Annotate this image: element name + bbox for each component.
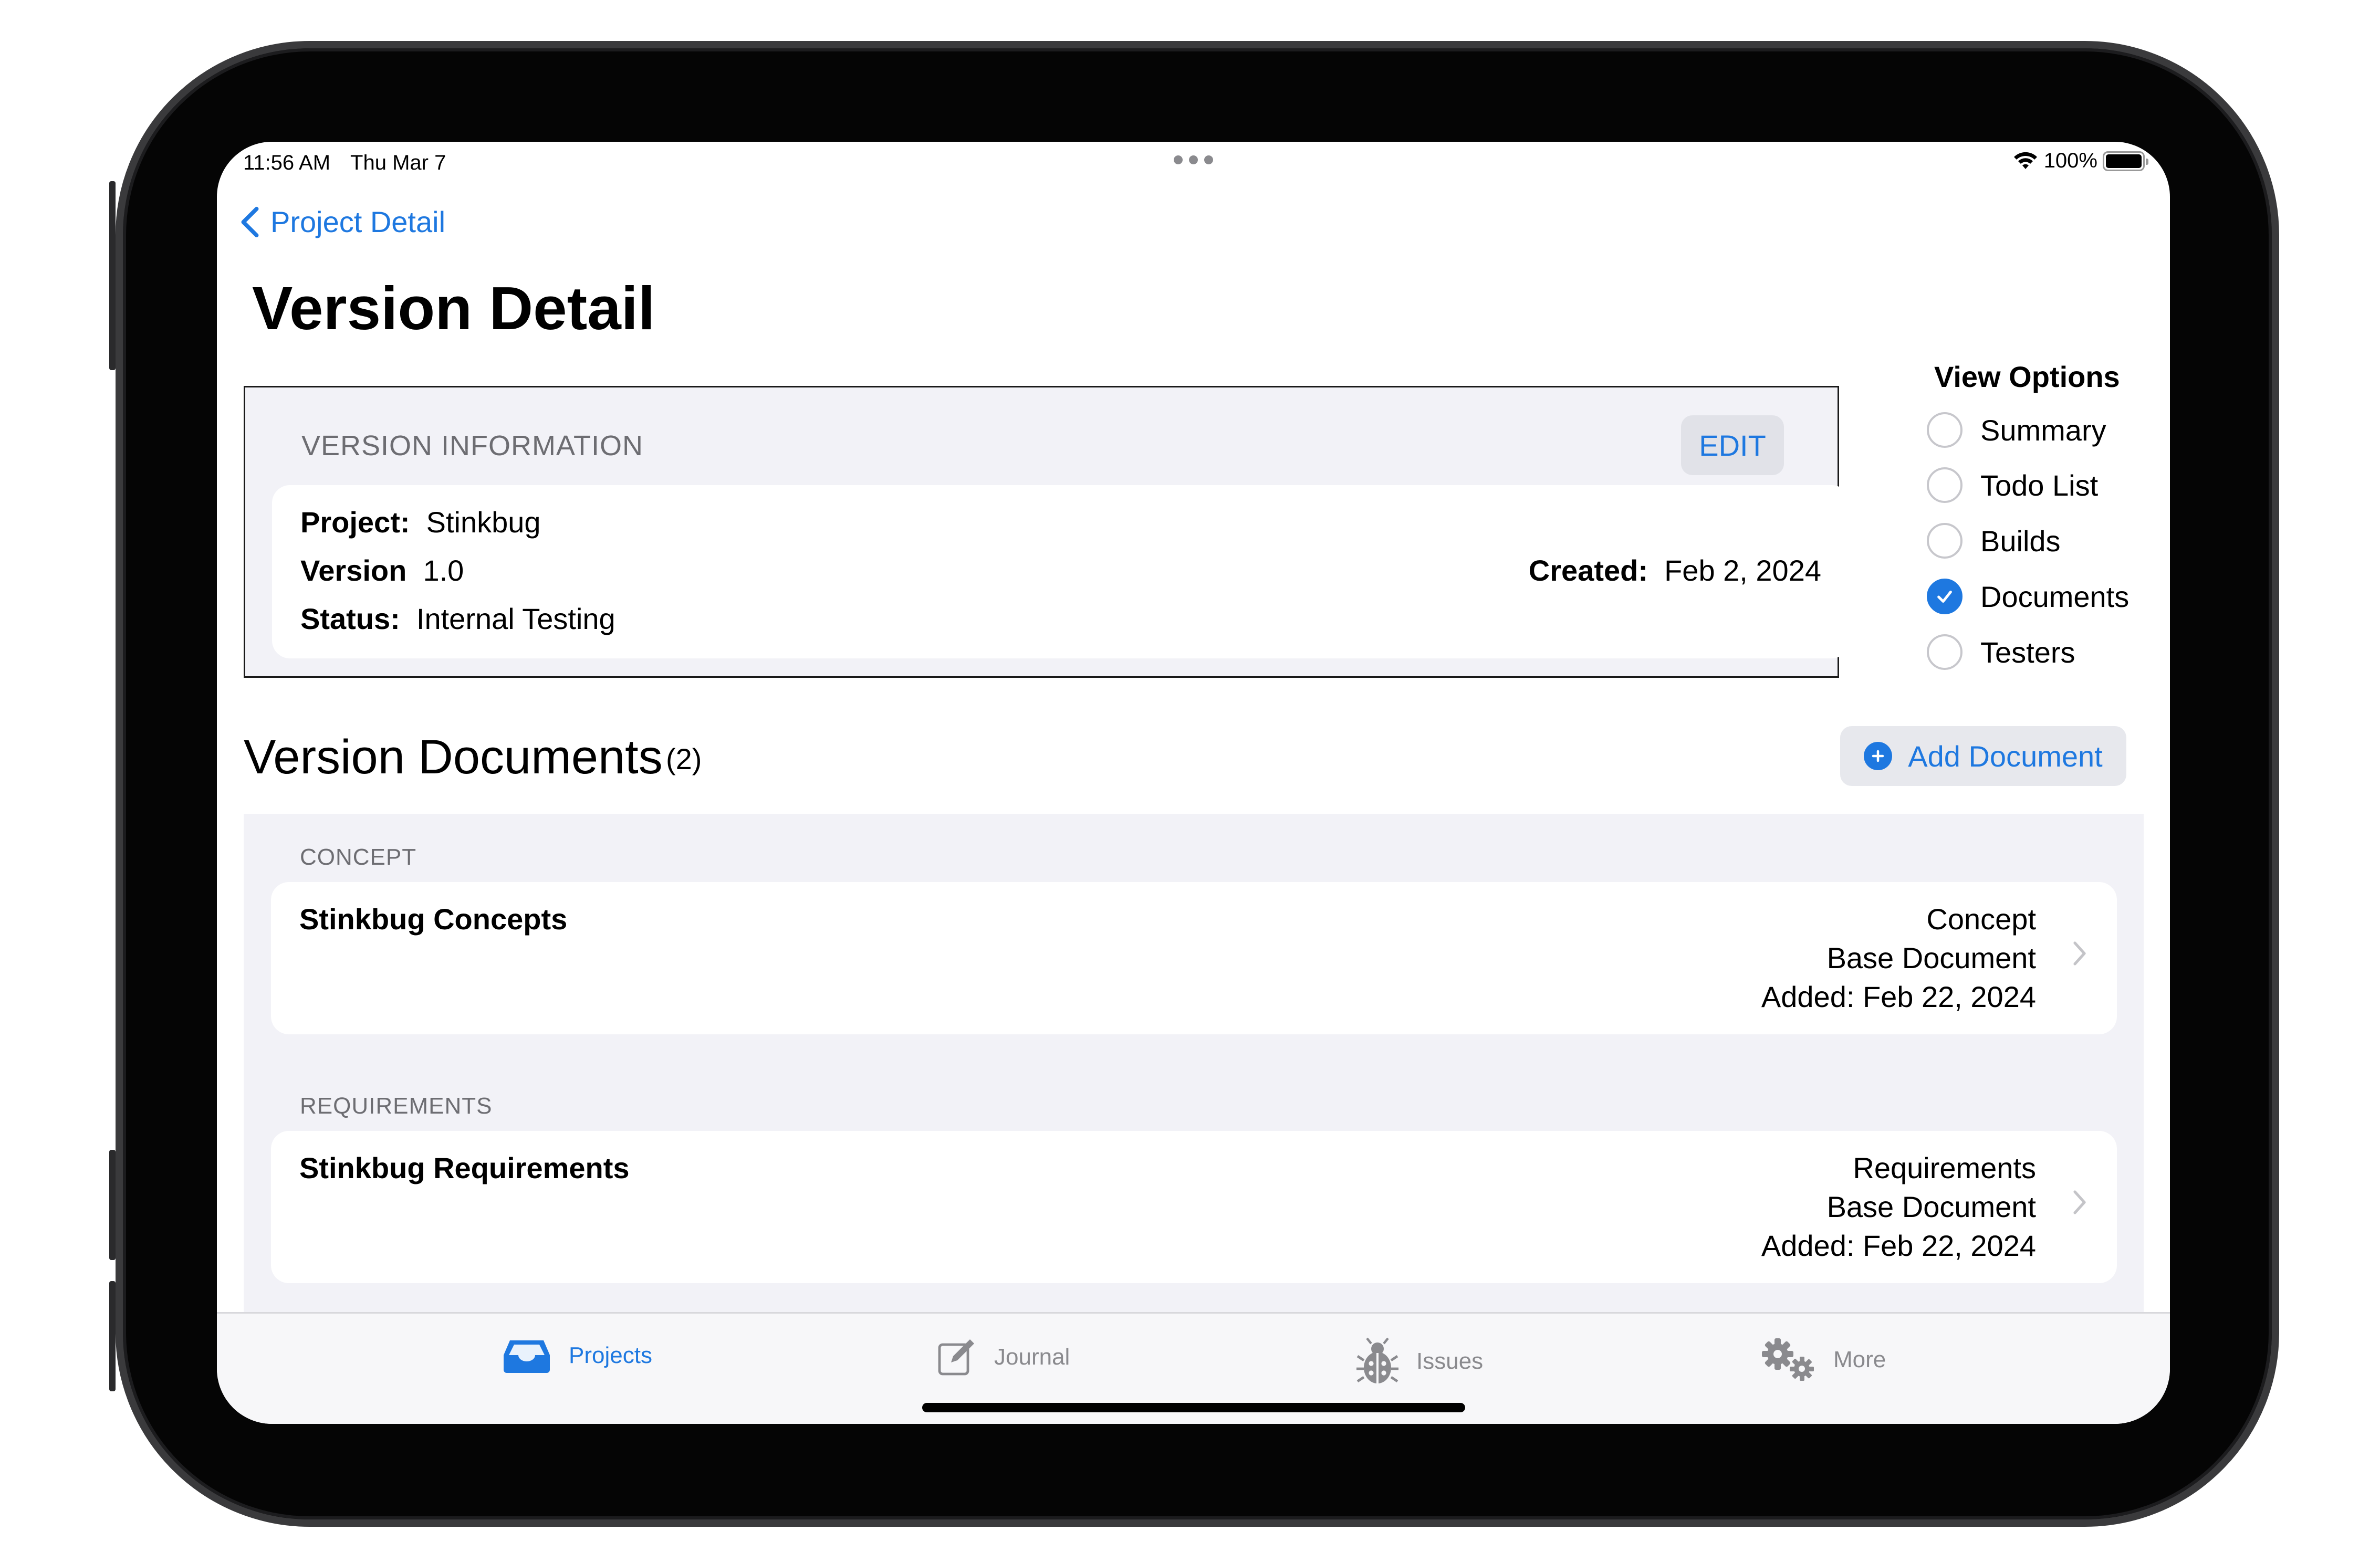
side-button (109, 1281, 116, 1391)
page-title: Version Detail (252, 274, 655, 342)
status-bar-left: 11:56 AM Thu Mar 7 (243, 151, 446, 175)
status-row: Status: Internal Testing (300, 602, 615, 636)
view-option-label: Builds (1980, 524, 2061, 558)
document-type: Concept (1926, 903, 2036, 936)
document-added: Added: Feb 22, 2024 (1761, 1229, 2036, 1262)
plus-circle-icon (1864, 742, 1893, 770)
tab-label: More (1833, 1347, 1886, 1372)
tab-journal[interactable]: Journal (936, 1337, 1070, 1377)
multitasking-menu-icon[interactable] (1174, 155, 1213, 164)
project-row: Project: Stinkbug (300, 505, 541, 539)
battery-icon (2103, 151, 2148, 171)
wifi-icon (2013, 152, 2037, 169)
ladybug-icon (1356, 1337, 1398, 1383)
created-row: Created: Feb 2, 2024 (1529, 553, 1821, 588)
version-row: Version 1.0 (300, 553, 464, 588)
view-option-todo-list[interactable]: Todo List (1927, 467, 2098, 503)
tab-label: Projects (569, 1342, 652, 1368)
view-option-label: Todo List (1980, 468, 2099, 502)
document-added: Added: Feb 22, 2024 (1761, 980, 2036, 1013)
checkmark-circle-icon (1927, 579, 1963, 614)
document-meta: Concept Base Document Added: Feb 22, 202… (1761, 900, 2036, 1016)
chevron-right-icon (2073, 941, 2086, 966)
tray-icon (504, 1340, 550, 1373)
version-label: Version (300, 554, 407, 587)
document-name: Stinkbug Requirements (299, 1151, 630, 1184)
version-info-card: Project: Stinkbug Version 1.0 Status: In… (272, 485, 1850, 658)
chevron-left-icon (241, 206, 259, 237)
edit-button[interactable]: EDIT (1681, 415, 1784, 475)
version-information-section: VERSION INFORMATION EDIT Project: Stinkb… (244, 386, 1850, 678)
screen: 11:56 AM Thu Mar 7 100% Project Detail Ve… (217, 142, 2170, 1424)
documents-list: CONCEPT Stinkbug Concepts Concept Base D… (244, 814, 2144, 1339)
view-options-title: View Options (1934, 360, 2120, 393)
tab-label: Journal (994, 1344, 1070, 1370)
home-indicator[interactable] (922, 1403, 1465, 1412)
battery-percent: 100% (2043, 149, 2097, 172)
view-option-label: Testers (1980, 635, 2075, 669)
group-header-concept: CONCEPT (300, 844, 417, 870)
document-meta: Requirements Base Document Added: Feb 22… (1761, 1149, 2036, 1265)
radio-unchecked-icon (1927, 467, 1963, 503)
status-date: Thu Mar 7 (350, 151, 446, 174)
view-option-label: Documents (1980, 580, 2130, 613)
section-header: VERSION INFORMATION (301, 430, 644, 461)
compose-icon (938, 1339, 974, 1376)
back-button[interactable]: Project Detail (238, 205, 445, 239)
tab-more[interactable]: More (1761, 1337, 1886, 1382)
gears-icon (1762, 1338, 1814, 1381)
status-bar-right: 100% (2012, 149, 2148, 173)
documents-count: (2) (666, 742, 702, 775)
radio-unchecked-icon (1927, 634, 1963, 670)
back-label: Project Detail (270, 205, 446, 238)
add-document-label: Add Document (1908, 739, 2103, 773)
document-kind: Base Document (1826, 1190, 2036, 1223)
created-value: Feb 2, 2024 (1664, 554, 1821, 587)
volume-button (109, 181, 116, 370)
status-label: Status: (300, 602, 400, 635)
chevron-right-icon (2073, 1190, 2086, 1214)
project-label: Project: (300, 506, 410, 539)
document-row-requirements[interactable]: Stinkbug Requirements Requirements Base … (271, 1131, 2117, 1283)
tab-issues[interactable]: Issues (1356, 1337, 1483, 1386)
side-button (109, 1150, 116, 1260)
document-row-concepts[interactable]: Stinkbug Concepts Concept Base Document … (271, 882, 2117, 1034)
radio-unchecked-icon (1927, 412, 1963, 448)
version-value: 1.0 (423, 554, 464, 587)
view-option-documents[interactable]: Documents (1927, 579, 2129, 614)
view-option-summary[interactable]: Summary (1927, 412, 2106, 448)
document-type: Requirements (1853, 1151, 2036, 1184)
view-option-label: Summary (1980, 413, 2106, 447)
document-name: Stinkbug Concepts (299, 903, 568, 936)
created-label: Created: (1528, 554, 1648, 587)
add-document-button[interactable]: Add Document (1840, 726, 2126, 786)
tab-projects[interactable]: Projects (503, 1337, 652, 1374)
group-header-requirements: REQUIREMENTS (300, 1093, 493, 1119)
radio-unchecked-icon (1927, 523, 1963, 559)
tab-label: Issues (1416, 1348, 1484, 1374)
view-option-builds[interactable]: Builds (1927, 523, 2061, 559)
documents-section-title: Version Documents (244, 730, 663, 784)
status-value: Internal Testing (416, 602, 615, 635)
document-kind: Base Document (1826, 941, 2036, 974)
project-value: Stinkbug (426, 506, 541, 539)
status-time: 11:56 AM (243, 151, 331, 174)
view-option-testers[interactable]: Testers (1927, 634, 2075, 670)
